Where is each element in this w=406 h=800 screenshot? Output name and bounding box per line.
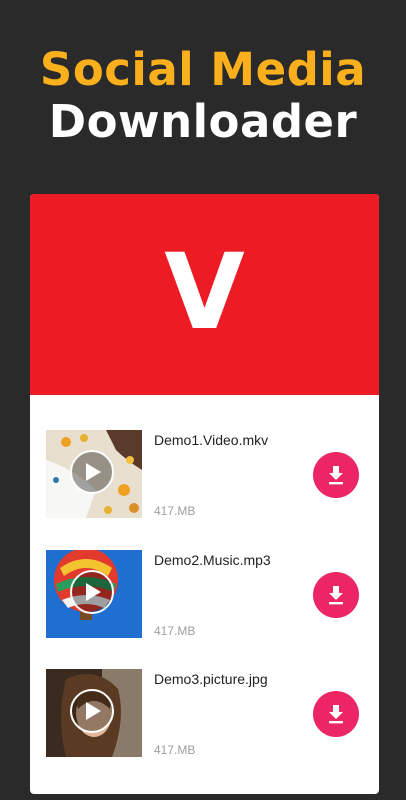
- download-icon: [329, 466, 343, 485]
- thumbnail-balloon[interactable]: [46, 550, 142, 638]
- play-icon: [86, 463, 101, 481]
- headline-line2: Downloader: [48, 95, 358, 148]
- file-name: Demo2.Music.mp3: [154, 552, 271, 568]
- headline-line1: Social Media: [39, 43, 367, 96]
- download-button[interactable]: [313, 452, 359, 498]
- play-icon: [86, 583, 101, 601]
- file-size: 417.MB: [154, 624, 196, 638]
- list-item[interactable]: Demo2.Music.mp3 417.MB: [46, 550, 366, 638]
- file-name: Demo1.Video.mkv: [154, 432, 269, 448]
- file-size: 417.MB: [154, 743, 196, 757]
- app-banner: V: [30, 194, 379, 395]
- thumbnail-portrait[interactable]: [46, 669, 142, 757]
- play-icon: [86, 702, 101, 720]
- app-logo: V: [164, 230, 245, 353]
- file-size: 417.MB: [154, 504, 196, 518]
- download-button[interactable]: [313, 572, 359, 618]
- list-item[interactable]: Demo1.Video.mkv 417.MB: [46, 430, 366, 518]
- download-icon: [329, 705, 343, 724]
- play-button[interactable]: [70, 689, 114, 733]
- list-item[interactable]: Demo3.picture.jpg 417.MB: [46, 669, 366, 757]
- play-button[interactable]: [70, 450, 114, 494]
- download-icon: [329, 586, 343, 605]
- download-button[interactable]: [313, 691, 359, 737]
- headline: Social Media Downloader: [0, 44, 406, 148]
- app-card: V Demo1.Video.mkv 417.MB Demo2.Music.mp3…: [30, 194, 379, 794]
- thumbnail-food[interactable]: [46, 430, 142, 518]
- play-button[interactable]: [70, 570, 114, 614]
- file-name: Demo3.picture.jpg: [154, 671, 268, 687]
